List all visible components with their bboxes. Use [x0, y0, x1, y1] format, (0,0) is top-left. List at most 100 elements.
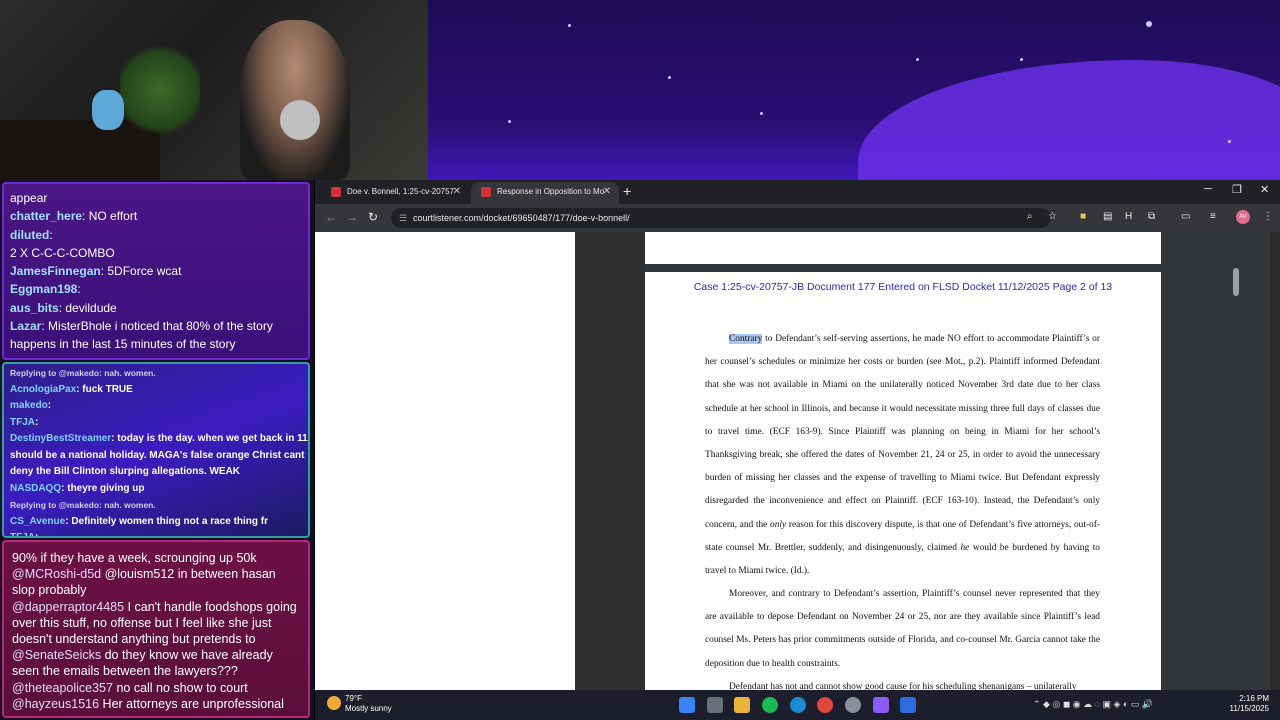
spotify-icon[interactable] [762, 697, 778, 713]
chat-username[interactable]: TFJA [10, 532, 35, 536]
tab-bar: Doe v. Bonnell, 1:25-cv-20757 ✕ Response… [315, 180, 1280, 204]
toy-figure [92, 90, 124, 130]
chat-username[interactable]: @theteapolice357 [12, 681, 113, 695]
chat-message: JamesFinnegan: 5DForce wcat [10, 264, 182, 279]
scroll-track[interactable] [1270, 232, 1280, 690]
zoom-icon[interactable]: ⌕ [1027, 211, 1033, 222]
chat-text: today is the day. when we get back in 11… [117, 433, 310, 444]
chat-text: happens in the last 15 minutes of the st… [10, 337, 236, 352]
extensions-icon[interactable]: ⧉ [1148, 211, 1155, 222]
tab-label: Response in Opposition to Mo [497, 187, 605, 196]
chat-message: happens in the last 15 minutes of the st… [4, 335, 308, 353]
menu-icon[interactable]: ⋮ [1263, 211, 1273, 222]
blank-panel [315, 232, 575, 690]
chat-username[interactable]: NASDAQQ [10, 483, 61, 494]
chat-message: AcnologiaPax: fuck TRUE [10, 383, 133, 395]
paragraph-text: to Defendant’s self-serving assertions, … [705, 334, 1100, 530]
chat-message: TFJA: [10, 416, 39, 428]
weather-widget[interactable]: 79°F Mostly sunny [327, 694, 392, 714]
chat-message: appear [4, 189, 308, 207]
chat-username[interactable]: Lazar [10, 319, 41, 333]
chat-message: Eggman198: [10, 282, 81, 297]
scrollbar-thumb[interactable] [1233, 268, 1239, 296]
chat-message: CS_Avenue: Definitely women thing not a … [10, 515, 269, 527]
app-icon[interactable] [845, 697, 861, 713]
chat-message: should be a national holiday. MAGA's fal… [4, 448, 308, 465]
window-close-icon[interactable]: ✕ [1260, 183, 1269, 196]
close-icon[interactable]: ✕ [453, 182, 461, 202]
chat-username[interactable]: JamesFinnegan [10, 264, 101, 278]
microphone [280, 100, 320, 140]
bookmark-star-icon[interactable]: ☆ [1048, 211, 1057, 222]
chat-username[interactable]: @SenateSeicks [12, 648, 101, 662]
address-bar[interactable]: ☰ courtlistener.com/docket/69650487/177/… [391, 208, 1051, 228]
steam-icon[interactable] [900, 697, 916, 713]
task-view-icon[interactable] [707, 697, 723, 713]
chat-message: 90% if they have a week, scrounging up 5… [4, 550, 308, 566]
chat-username[interactable]: chatter_here [10, 209, 82, 223]
chat-message: @MCRoshi-d5d @louism512 in between hasan… [4, 566, 308, 598]
clipboard-icon[interactable]: ▤ [1103, 211, 1112, 222]
clock[interactable]: 2:16 PM 11/15/2025 [1223, 694, 1269, 714]
star [668, 76, 671, 79]
tab-docket[interactable]: Doe v. Bonnell, 1:25-cv-20757 ✕ [321, 182, 469, 204]
media-icon[interactable]: ≡ [1210, 211, 1216, 222]
chat-username[interactable]: diluted [10, 228, 49, 242]
temperature: 79°F [345, 694, 362, 703]
tab-label: Doe v. Bonnell, 1:25-cv-20757 [347, 187, 455, 196]
site-info-icon[interactable]: ☰ [399, 208, 407, 228]
file-explorer-icon[interactable] [734, 697, 750, 713]
minimize-icon[interactable]: ─ [1204, 183, 1212, 195]
chat-text: devildude [65, 300, 117, 315]
chat-list: Replying to @makedo: nah. women. Acnologi… [4, 364, 310, 536]
windows-start-icon[interactable] [679, 697, 695, 713]
back-icon[interactable]: ← [325, 210, 337, 224]
star [1228, 140, 1231, 143]
chat-text: no call no show to court [116, 680, 248, 695]
chat-username[interactable]: DestinyBestStreamer [10, 433, 111, 444]
date: 11/15/2025 [1229, 704, 1269, 713]
url-text: courtlistener.com/docket/69650487/177/do… [413, 213, 630, 223]
chat-username[interactable]: @hayzeus1516 [12, 697, 99, 711]
close-icon[interactable]: ✕ [603, 182, 611, 202]
avatar[interactable]: AV [1236, 210, 1250, 224]
obsidian-icon[interactable] [873, 697, 889, 713]
chat-username[interactable]: aus_bits [10, 301, 59, 315]
chat-message: deny the Bill Clinton slurping allegatio… [4, 464, 308, 481]
chat-text: Replying to @makedo: nah. women. [10, 368, 156, 378]
chat-message: 2 X C-C-C-COMBO [4, 244, 308, 262]
reply-header: Replying to @makedo: nah. women. [4, 365, 308, 382]
chat-username[interactable]: @dapperraptor4485 [12, 600, 124, 614]
system-tray[interactable]: ⌃ ◆ ◎ ◼ ◉ ☁ ◌ ▣ ◈ ◐ ▭ 🔊 [1033, 699, 1153, 710]
chat-username[interactable]: Eggman198 [10, 282, 77, 296]
chat-text: 2 X C-C-C-COMBO [10, 245, 115, 260]
extension-h-icon[interactable]: H [1125, 211, 1132, 222]
tab-response[interactable]: Response in Opposition to Mo ✕ [471, 182, 619, 204]
maximize-icon[interactable]: ❐ [1232, 183, 1242, 196]
star [1020, 58, 1023, 61]
reload-icon[interactable]: ↻ [368, 210, 378, 224]
chat-username[interactable]: @MCRoshi-d5d [12, 567, 101, 581]
space-backdrop [428, 0, 1280, 180]
chat-message: @hayzeus1516 Her attorneys are unprofess… [4, 696, 308, 712]
chat-text: 5DForce wcat [107, 264, 182, 279]
chat-text: NO effort [88, 209, 138, 224]
folder-icon[interactable]: ■ [1080, 211, 1086, 222]
chrome-icon[interactable] [817, 697, 833, 713]
edge-icon[interactable] [790, 697, 806, 713]
reply-header: Replying to @makedo: nah. women. [4, 497, 308, 514]
chat-username[interactable]: TFJA [10, 417, 35, 428]
chat-message: diluted: [10, 227, 53, 242]
chat-text: MisterBhole i noticed that 80% of the st… [48, 319, 273, 334]
chat-username[interactable]: AcnologiaPax [10, 384, 76, 395]
new-tab-icon[interactable]: + [623, 182, 631, 200]
star [1146, 21, 1152, 27]
chat-message: @dapperraptor4485 I can't handle foodsho… [4, 599, 308, 648]
star [568, 24, 571, 27]
chat-username[interactable]: CS_Avenue [10, 516, 65, 527]
chat-panel-top: appear chatter_here: NO effort diluted: 2 … [2, 182, 310, 360]
chat-username[interactable]: makedo [10, 400, 48, 411]
sidebar-icon[interactable]: ▭ [1181, 211, 1190, 222]
chat-list: 90% if they have a week, scrounging up 5… [4, 542, 308, 712]
forward-icon[interactable]: → [346, 210, 358, 224]
